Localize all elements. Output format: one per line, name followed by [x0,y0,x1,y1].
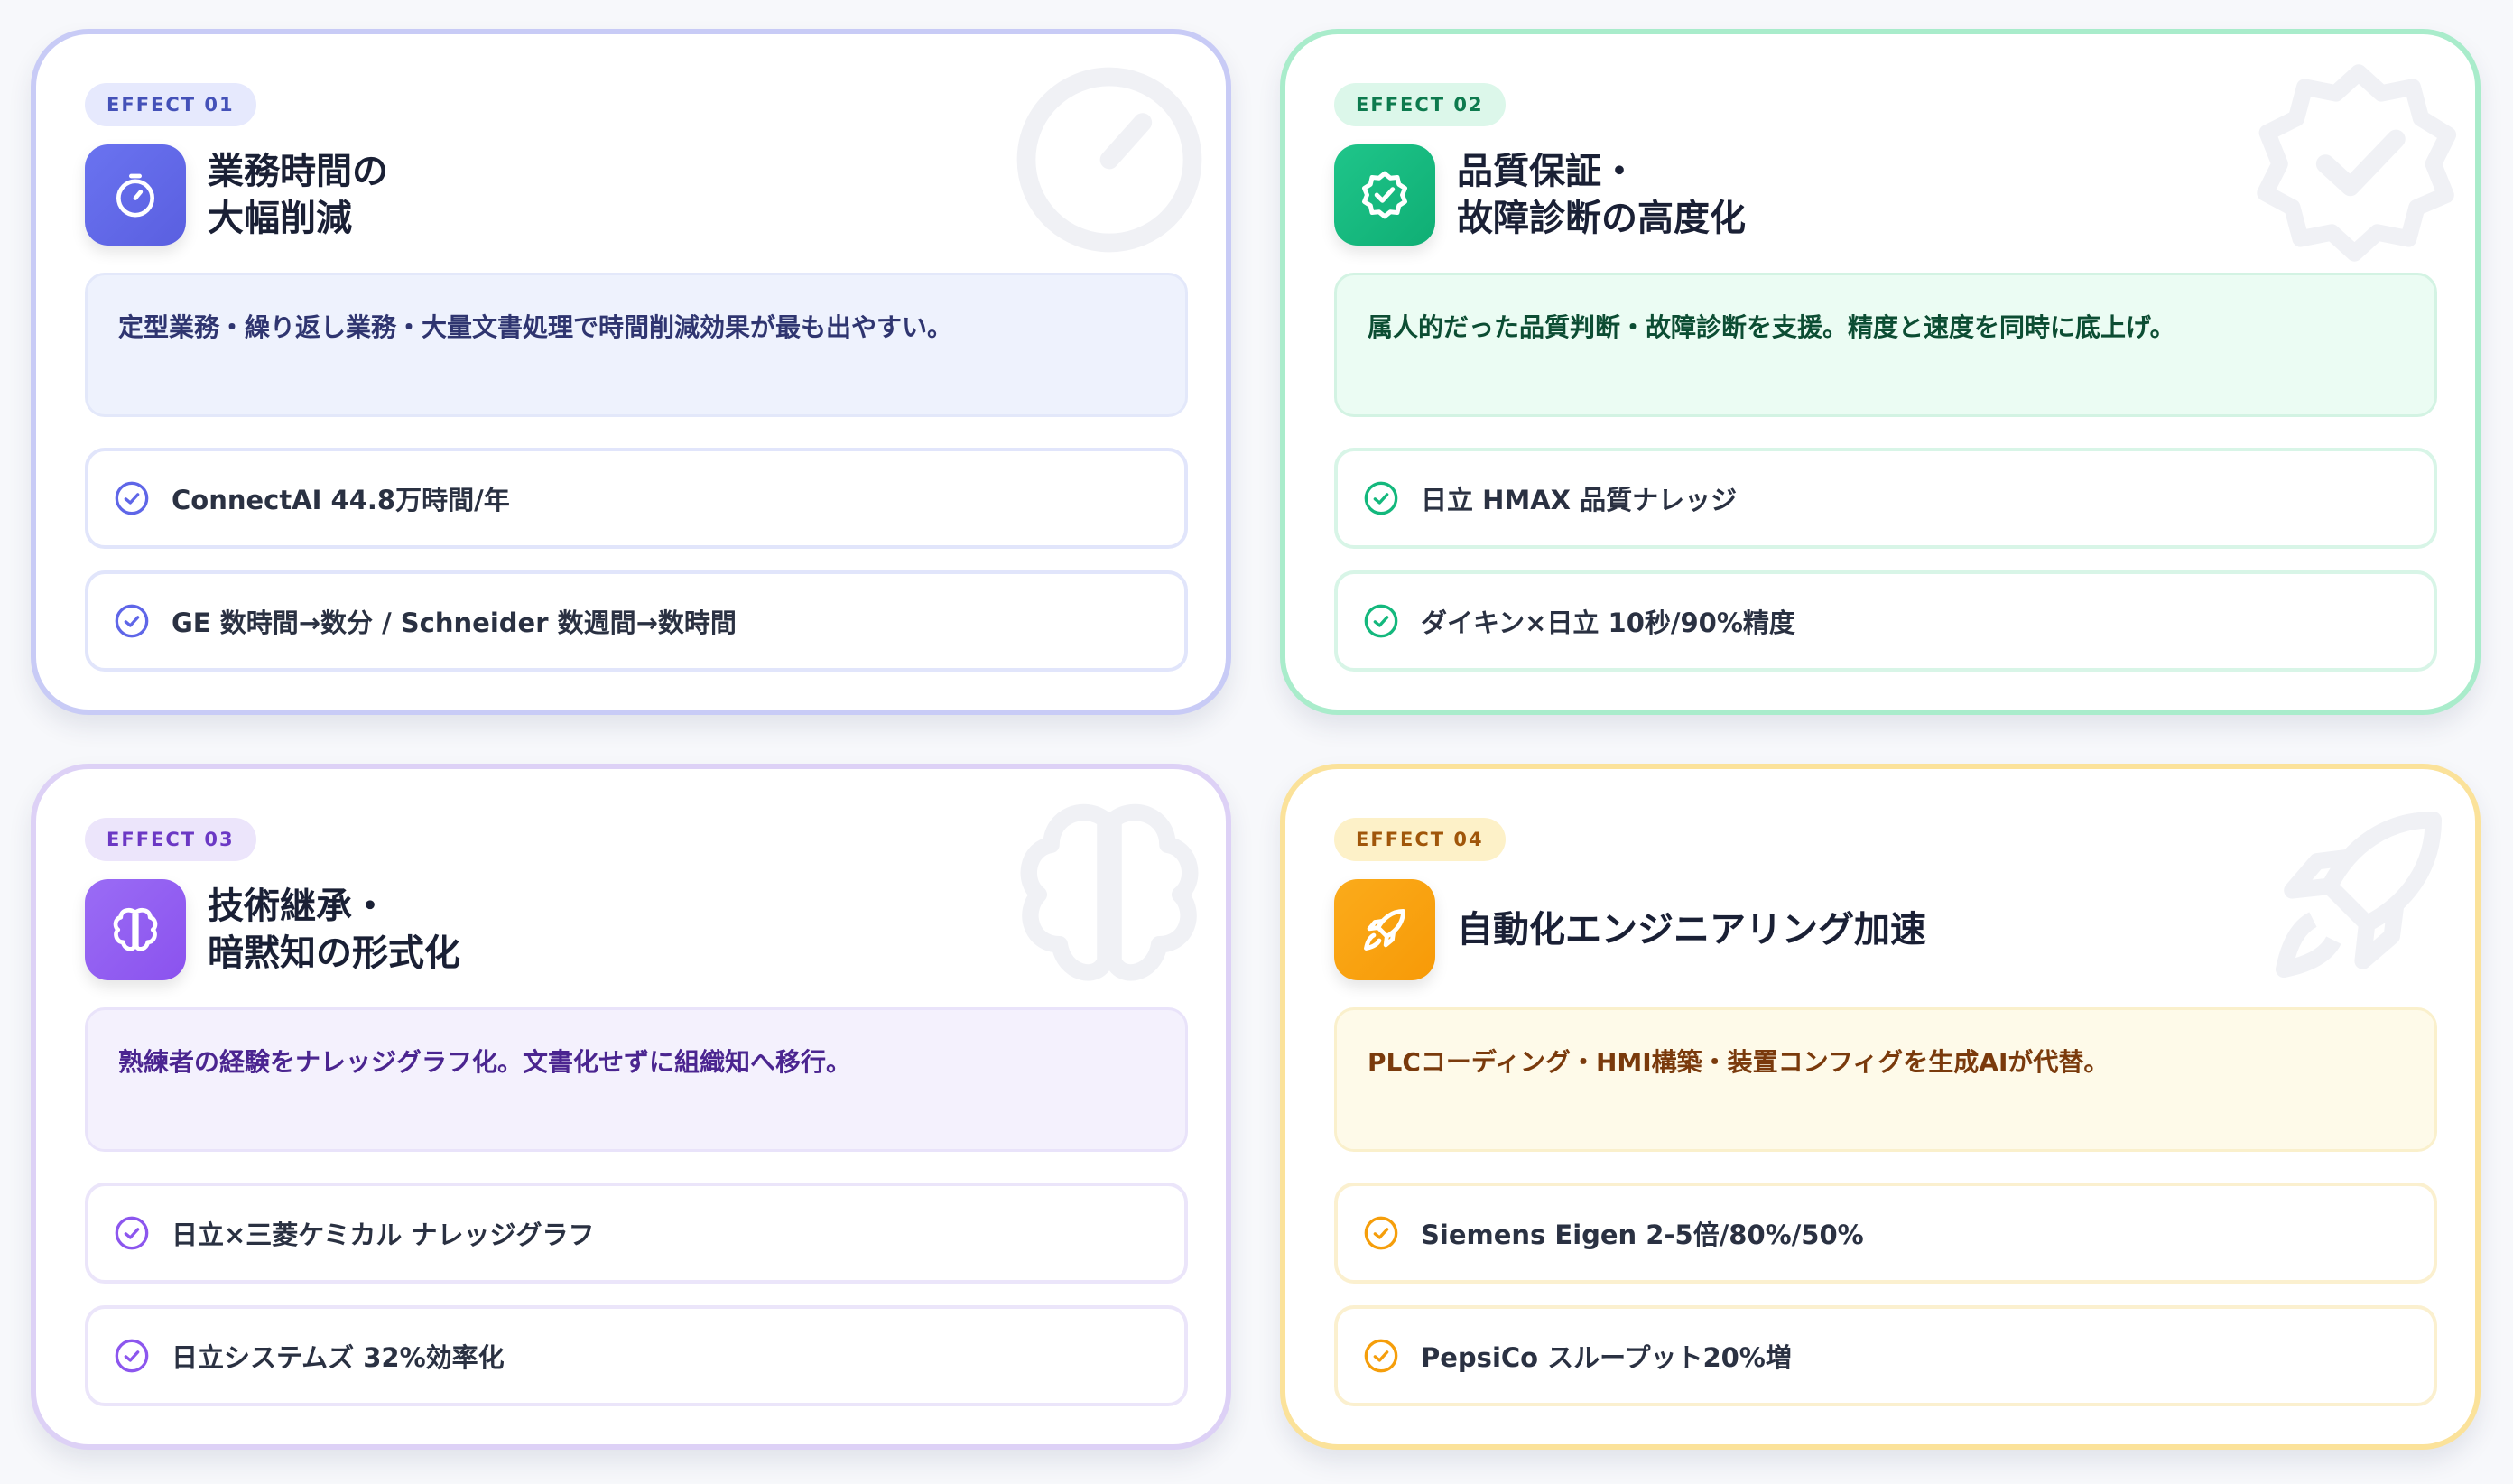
rocket-icon [1334,879,1435,980]
list-item: 日立×三菱ケミカル ナレッジグラフ [85,1183,1188,1284]
check-circle-icon [115,1216,149,1250]
list-item: 日立 HMAX 品質ナレッジ [1334,448,2437,549]
list-item: ConnectAI 44.8万時間/年 [85,448,1188,549]
list-item-text: GE 数時間→数分 / Schneider 数週間→数時間 [172,608,737,638]
list-item: ダイキン×日立 10秒/90%精度 [1334,570,2437,672]
list-item-text: ConnectAI 44.8万時間/年 [172,485,510,515]
list-item-text: ダイキン×日立 10秒/90%精度 [1421,608,1795,638]
effect-badge: EFFECT 03 [85,818,256,861]
list-item-text: 日立 HMAX 品質ナレッジ [1421,485,1738,515]
list-item-text: PepsiCo スループット20%増 [1421,1342,1792,1373]
list-item: 日立システムズ 32%効率化 [85,1305,1188,1406]
card-description: 定型業務・繰り返し業務・大量文書処理で時間削減効果が最も出やすい。 [85,273,1188,417]
check-circle-icon [115,604,149,638]
check-circle-icon [1364,1339,1398,1373]
card-title: 品質保証・ 故障診断の高度化 [1457,151,1746,239]
rocket-watermark-icon [2276,812,2442,978]
effect-card-03: EFFECT 03 技術継承・ 暗黙知の形式化 熟練者の経験をナレッジグラフ化。… [31,764,1231,1450]
badge-check-icon [1334,144,1435,246]
list-item: GE 数時間→数分 / Schneider 数週間→数時間 [85,570,1188,672]
list-item-text: 日立システムズ 32%効率化 [172,1342,505,1373]
effect-card-02: EFFECT 02 品質保証・ 故障診断の高度化 属人的だった品質判断・故障診断… [1280,29,2481,715]
list-item-text: 日立×三菱ケミカル ナレッジグラフ [172,1220,595,1250]
effect-card-04: EFFECT 04 自動化エンジニアリング加速 PLCコーディング・HMI構築・… [1280,764,2481,1450]
effect-card-01: EFFECT 01 業務時間の 大幅削減 定型業務・繰り返し業務・大量文書処理で… [31,29,1231,715]
check-circle-icon [115,1339,149,1373]
card-title: 業務時間の 大幅削減 [208,151,388,239]
card-title: 自動化エンジニアリング加速 [1457,909,1926,951]
stopwatch-icon [85,144,186,246]
brain-icon [85,879,186,980]
card-description: PLCコーディング・HMI構築・装置コンフィグを生成AIが代替。 [1334,1007,2437,1152]
effect-badge: EFFECT 04 [1334,818,1506,861]
stopwatch-watermark-icon [1016,67,1202,253]
brain-watermark-icon [1020,803,1199,981]
effect-badge: EFFECT 02 [1334,83,1506,126]
card-description: 属人的だった品質判断・故障診断を支援。精度と速度を同時に底上げ。 [1334,273,2437,417]
list-item-text: Siemens Eigen 2-5倍/80%/50% [1421,1220,1864,1250]
check-circle-icon [1364,481,1398,515]
check-circle-icon [1364,604,1398,638]
card-description: 熟練者の経験をナレッジグラフ化。文書化せずに組織知へ移行。 [85,1007,1188,1152]
card-title: 技術継承・ 暗黙知の形式化 [208,886,460,974]
check-circle-icon [115,481,149,515]
badge-check-watermark-icon [2257,64,2457,262]
list-item: Siemens Eigen 2-5倍/80%/50% [1334,1183,2437,1284]
effects-grid: EFFECT 01 業務時間の 大幅削減 定型業務・繰り返し業務・大量文書処理で… [0,0,2513,1484]
list-item: PepsiCo スループット20%増 [1334,1305,2437,1406]
effect-badge: EFFECT 01 [85,83,256,126]
check-circle-icon [1364,1216,1398,1250]
